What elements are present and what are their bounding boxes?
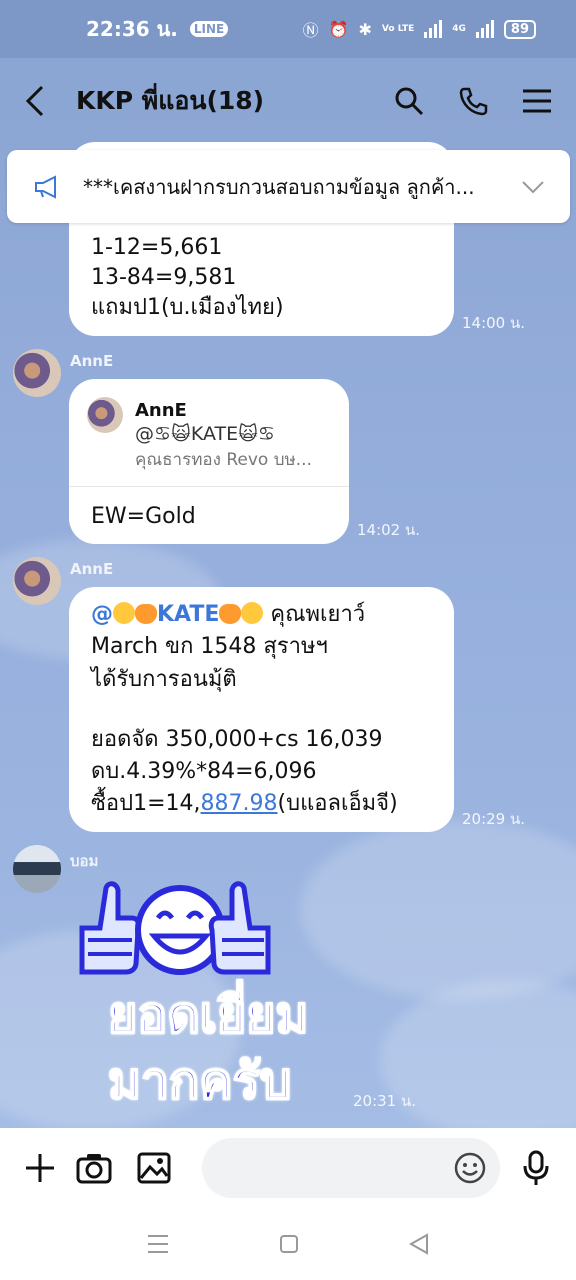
search-icon — [395, 87, 424, 116]
signal-icon — [424, 20, 443, 38]
status-bar: 22:36 น. LINE Ⓝ ⏰ ✱ Vo LTE 4G 89 — [0, 0, 576, 58]
add-button[interactable] — [20, 1148, 60, 1188]
phone-number-link[interactable]: 887.98 — [201, 791, 278, 816]
battery-icon: 89 — [503, 19, 536, 39]
avatar[interactable] — [13, 349, 61, 397]
message-input-bar — [0, 1128, 576, 1208]
emoji-button-icon[interactable] — [454, 1152, 486, 1184]
status-time: 22:36 น. — [86, 17, 178, 41]
search-button[interactable] — [394, 86, 424, 116]
camera-button[interactable] — [74, 1148, 114, 1188]
announcement-banner[interactable]: ***เคสงานฝากรบกวนสอบถามข้อมูล ลูกค้า... — [7, 150, 570, 223]
reply-preview[interactable]: AnnE @♋🙀KATE🙀♋ คุณธารทอง Revo บษ... — [69, 379, 349, 487]
back-button[interactable] — [24, 81, 60, 121]
message-line: @ KATE คุณพเยาว์ — [91, 602, 366, 627]
home-icon[interactable] — [279, 1234, 299, 1254]
system-navigation-bar — [0, 1208, 576, 1280]
cancer-emoji-icon — [241, 602, 264, 624]
volte-icon: Vo LTE — [381, 23, 415, 34]
chevron-down-icon[interactable] — [522, 180, 544, 194]
hamburger-menu-icon — [523, 89, 551, 113]
nfc-icon: Ⓝ — [302, 21, 319, 40]
reply-text-preview: คุณธารทอง Revo บษ... — [135, 450, 312, 470]
message-time: 20:29 น. — [462, 810, 526, 828]
signal-icon-2 — [475, 20, 494, 38]
recent-apps-icon[interactable] — [147, 1234, 169, 1254]
message-text: EW=Gold — [91, 504, 196, 529]
message-time: 20:31 น. — [353, 1092, 417, 1110]
message-bubble[interactable]: @ KATE คุณพเยาว์ March ขก 1548 สุราษฯ ได้… — [69, 587, 454, 832]
phone-icon — [459, 87, 488, 116]
sticker-text-line-2: มากครับ — [107, 1051, 292, 1111]
message-line: March ขก 1548 สุราษฯ — [91, 634, 328, 659]
cancer-emoji-icon — [113, 602, 135, 624]
image-icon — [137, 1152, 171, 1184]
megaphone-icon — [35, 174, 56, 199]
microphone-icon — [523, 1150, 549, 1185]
back-arrow-icon — [25, 85, 44, 117]
menu-button[interactable] — [522, 86, 552, 116]
camera-icon — [76, 1154, 112, 1184]
bluetooth-icon: ✱ — [358, 19, 372, 39]
message-line: ยอดจัด 350,000+cs 16,039 — [91, 727, 383, 752]
cat-emoji-icon — [219, 604, 242, 624]
sender-name: AnnE — [70, 560, 114, 578]
alarm-icon: ⏰ — [328, 19, 349, 39]
sender-name: บอม — [70, 852, 99, 870]
mention-tag[interactable]: @ KATE — [91, 602, 264, 627]
voice-button[interactable] — [516, 1148, 556, 1188]
gallery-button[interactable] — [134, 1148, 174, 1188]
network-type-icon: 4G — [452, 23, 466, 34]
avatar[interactable] — [13, 557, 61, 605]
message-line: แถมป1(บ.เมืองไทย) — [91, 295, 284, 320]
message-line: 13-84=9,581 — [91, 265, 237, 290]
reply-avatar — [87, 397, 123, 433]
message-time: 14:00 น. — [462, 314, 526, 332]
message-line: 1-12=5,661 — [91, 235, 223, 260]
chat-title: KKP พี่แอน(18) — [76, 86, 265, 115]
line-notification-icon: LINE — [189, 21, 229, 37]
sticker-message[interactable]: ยอดเยี่ยม มากครับ — [72, 878, 348, 1118]
message-line: ซื้อป1=14,887.98(บแอลเอ็มจี) — [91, 791, 398, 816]
plus-icon — [26, 1154, 54, 1182]
message-line: ดบ.4.39%*84=6,096 — [91, 759, 317, 784]
announcement-text: ***เคสงานฝากรบกวนสอบถามข้อมูล ลูกค้า... — [83, 174, 475, 199]
avatar[interactable] — [13, 845, 61, 893]
sender-name: AnnE — [70, 352, 114, 370]
message-input[interactable] — [202, 1138, 500, 1198]
cat-emoji-icon — [135, 604, 157, 624]
back-nav-icon[interactable] — [409, 1233, 429, 1255]
message-bubble[interactable]: AnnE @♋🙀KATE🙀♋ คุณธารทอง Revo บษ... EW=G… — [69, 379, 349, 544]
call-button[interactable] — [458, 86, 488, 116]
message-time: 14:02 น. — [357, 521, 421, 539]
message-line: ได้รับการอนมุ้ติ — [91, 667, 237, 692]
chat-header: KKP พี่แอน(18) — [0, 58, 576, 144]
